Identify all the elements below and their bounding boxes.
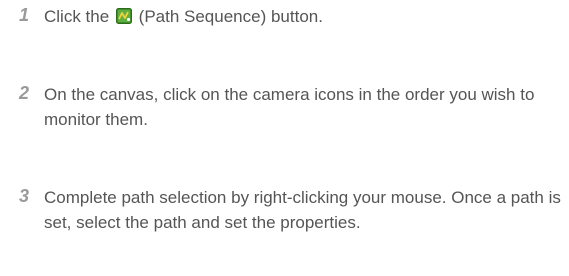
step-number: 2 bbox=[19, 83, 30, 103]
path-sequence-icon bbox=[115, 6, 132, 24]
step-text-before-icon: Click the bbox=[44, 7, 110, 26]
step-number: 1 bbox=[19, 5, 30, 25]
step-text: Complete path selection by right-clickin… bbox=[44, 188, 561, 232]
step-text-after-icon: (Path Sequence) button. bbox=[138, 7, 323, 26]
step-text: Click the (Path Sequence) button. bbox=[44, 4, 564, 29]
step-number: 3 bbox=[19, 186, 30, 206]
step-text: On the canvas, click on the camera icons… bbox=[44, 85, 535, 129]
